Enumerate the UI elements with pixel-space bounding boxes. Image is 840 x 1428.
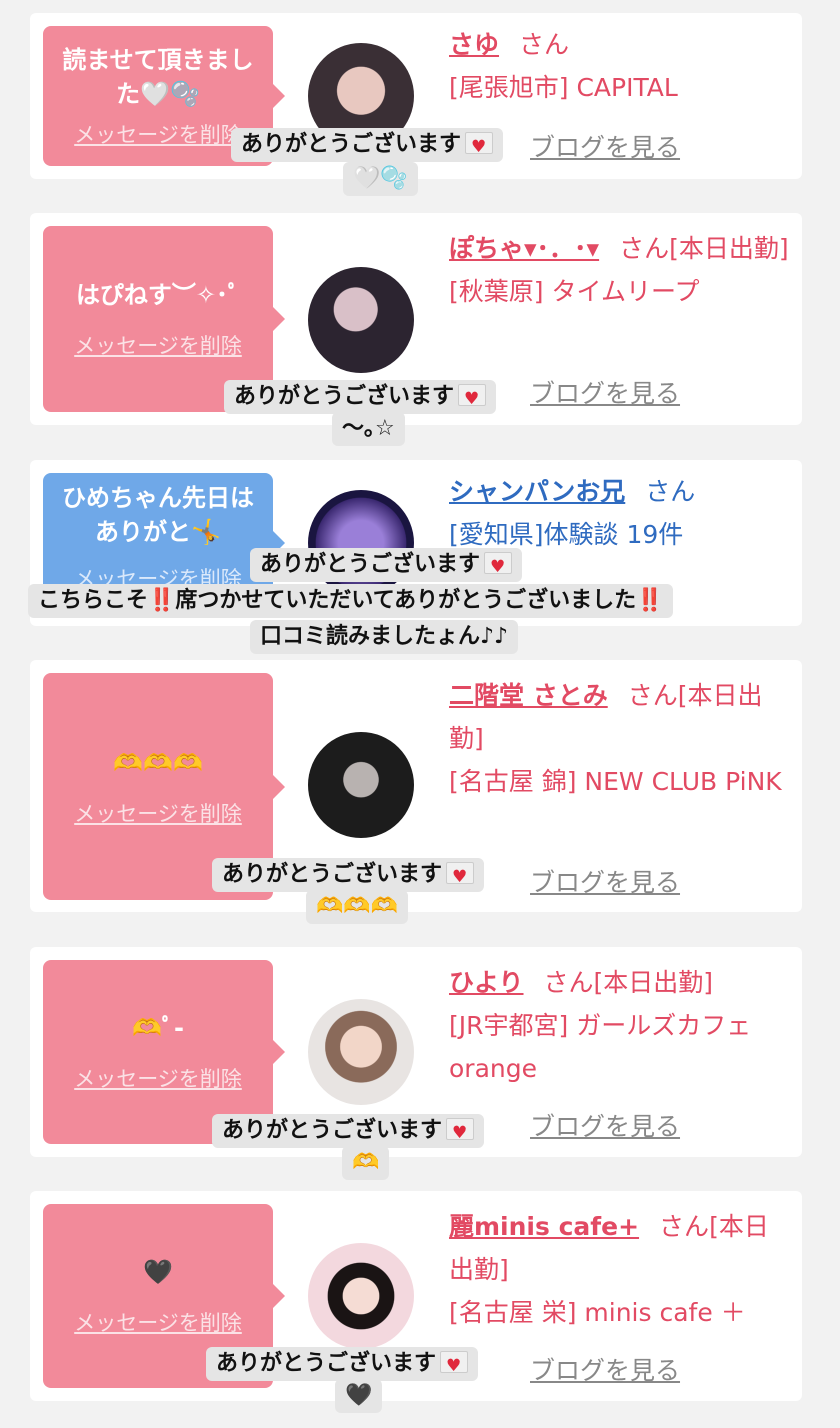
honorific: さん bbox=[627, 681, 678, 710]
reply-text: 🫶 bbox=[352, 1150, 380, 1175]
user-name-link[interactable]: 麗minis cafe+ bbox=[449, 1212, 639, 1241]
reply-text: ありがとうございます bbox=[234, 384, 455, 409]
honorific: さん bbox=[659, 1212, 710, 1241]
delete-message-link[interactable]: メッセージを削除 bbox=[74, 119, 242, 149]
love-letter-icon bbox=[440, 1349, 469, 1383]
blog-link[interactable]: ブログを見る bbox=[530, 128, 680, 164]
honorific: さん bbox=[543, 968, 594, 997]
reply-overlay: ありがとうございます bbox=[212, 858, 485, 894]
user-info: シャンパンお兄 さん [愛知県]体験談 19件 bbox=[449, 470, 789, 556]
user-info: ぽちゃ▾･．･▾ さん[本日出勤] [秋葉原] タイムリープ bbox=[449, 227, 789, 313]
honorific: さん bbox=[645, 477, 696, 506]
delete-message-link[interactable]: メッセージを削除 bbox=[74, 798, 242, 828]
reply-overlay-line2: 🫶 bbox=[342, 1146, 390, 1180]
message-text: ひめちゃん先日はありがと🤸 bbox=[62, 484, 254, 546]
reply-overlay-line2: 🖤 bbox=[335, 1379, 383, 1413]
love-letter-icon bbox=[446, 860, 475, 894]
avatar[interactable] bbox=[308, 732, 414, 838]
love-letter-icon bbox=[446, 1116, 475, 1150]
user-name-link[interactable]: ぽちゃ▾･．･▾ bbox=[449, 234, 599, 263]
avatar[interactable] bbox=[308, 1243, 414, 1349]
reply-overlay-line3: 口コミ読みましたょん♪♪ bbox=[250, 620, 519, 654]
on-duty-tag: [本日出勤] bbox=[669, 234, 789, 263]
user-name-link[interactable]: さゆ bbox=[449, 30, 499, 59]
blog-link[interactable]: ブログを見る bbox=[530, 863, 680, 899]
shop-area: [秋葉原] タイムリープ bbox=[449, 277, 700, 306]
reply-text: 🖤 bbox=[345, 1383, 373, 1408]
message-text: 🖤 bbox=[143, 1258, 173, 1286]
shop-area: [名古屋 錦] NEW CLUB PiNK bbox=[449, 767, 782, 796]
reply-text: ありがとうございます bbox=[241, 132, 462, 157]
delete-message-link[interactable]: メッセージを削除 bbox=[74, 1307, 242, 1337]
reply-overlay: ありがとうございます bbox=[231, 128, 504, 164]
shop-area: [名古屋 栄] minis cafe ＋ bbox=[449, 1298, 746, 1327]
shop-area: [JR宇都宮] ガールズカフェ orange bbox=[449, 1011, 752, 1083]
reply-overlay-line2: こちらこそ‼️席つかせていただいてありがとうございました‼️ bbox=[28, 584, 674, 618]
message-text: 🫶🫶🫶 bbox=[113, 748, 203, 777]
avatar[interactable] bbox=[308, 999, 414, 1105]
avatar[interactable] bbox=[308, 267, 414, 373]
delete-message-link[interactable]: メッセージを削除 bbox=[74, 330, 242, 360]
reply-overlay: ありがとうございます bbox=[224, 380, 497, 416]
reply-text: ありがとうございます bbox=[222, 862, 443, 887]
message-text: 🫶ﾟ- bbox=[132, 1014, 184, 1042]
blog-link[interactable]: ブログを見る bbox=[530, 1351, 680, 1387]
blog-link[interactable]: ブログを見る bbox=[530, 1107, 680, 1143]
user-info: ひより さん[本日出勤] [JR宇都宮] ガールズカフェ orange bbox=[449, 961, 789, 1090]
reply-text: 口コミ読みましたょん♪♪ bbox=[260, 624, 509, 649]
love-letter-icon bbox=[465, 130, 494, 164]
blog-link[interactable]: ブログを見る bbox=[530, 374, 680, 410]
reply-overlay: ありがとうございます bbox=[212, 1114, 485, 1150]
user-info: 二階堂 さとみ さん[本日出勤] [名古屋 錦] NEW CLUB PiNK bbox=[449, 674, 789, 803]
reply-overlay-line2: 🫶🫶🫶 bbox=[306, 890, 409, 924]
reply-overlay: ありがとうございます bbox=[250, 548, 523, 584]
reply-text: 🤍🫧 bbox=[353, 166, 408, 191]
delete-message-link[interactable]: メッセージを削除 bbox=[74, 1063, 242, 1093]
user-info: さゆ さん [尾張旭市] CAPITAL bbox=[449, 23, 789, 109]
user-info: 麗minis cafe+ さん[本日出勤] [名古屋 栄] minis cafe … bbox=[449, 1205, 789, 1334]
reply-overlay-line2: 🤍🫧 bbox=[343, 162, 418, 196]
love-letter-icon bbox=[458, 382, 487, 416]
reply-text: ありがとうございます bbox=[216, 1351, 437, 1376]
message-text: はぴねす︶✧･ﾟ bbox=[75, 281, 241, 309]
reply-text: 〜｡☆ bbox=[342, 416, 395, 441]
on-duty-tag: [本日出勤] bbox=[593, 968, 714, 997]
honorific: さん bbox=[519, 30, 570, 59]
honorific: さん bbox=[619, 234, 670, 263]
reply-text: ありがとうございます bbox=[222, 1118, 443, 1143]
reply-text: ありがとうございます bbox=[260, 552, 481, 577]
user-name-link[interactable]: シャンパンお兄 bbox=[449, 477, 625, 506]
reply-text: 🫶🫶🫶 bbox=[316, 894, 399, 919]
reply-text: こちらこそ‼️席つかせていただいてありがとうございました‼️ bbox=[38, 588, 664, 613]
love-letter-icon bbox=[484, 550, 513, 584]
message-text: 読ませて頂きました🤍🫧 bbox=[62, 46, 254, 108]
user-name-link[interactable]: 二階堂 さとみ bbox=[449, 681, 608, 710]
reply-overlay-line2: 〜｡☆ bbox=[332, 412, 405, 446]
reply-overlay: ありがとうございます bbox=[206, 1347, 479, 1383]
shop-area: [尾張旭市] CAPITAL bbox=[449, 73, 678, 102]
user-name-link[interactable]: ひより bbox=[449, 968, 524, 997]
shop-area: [愛知県]体験談 19件 bbox=[449, 520, 684, 549]
